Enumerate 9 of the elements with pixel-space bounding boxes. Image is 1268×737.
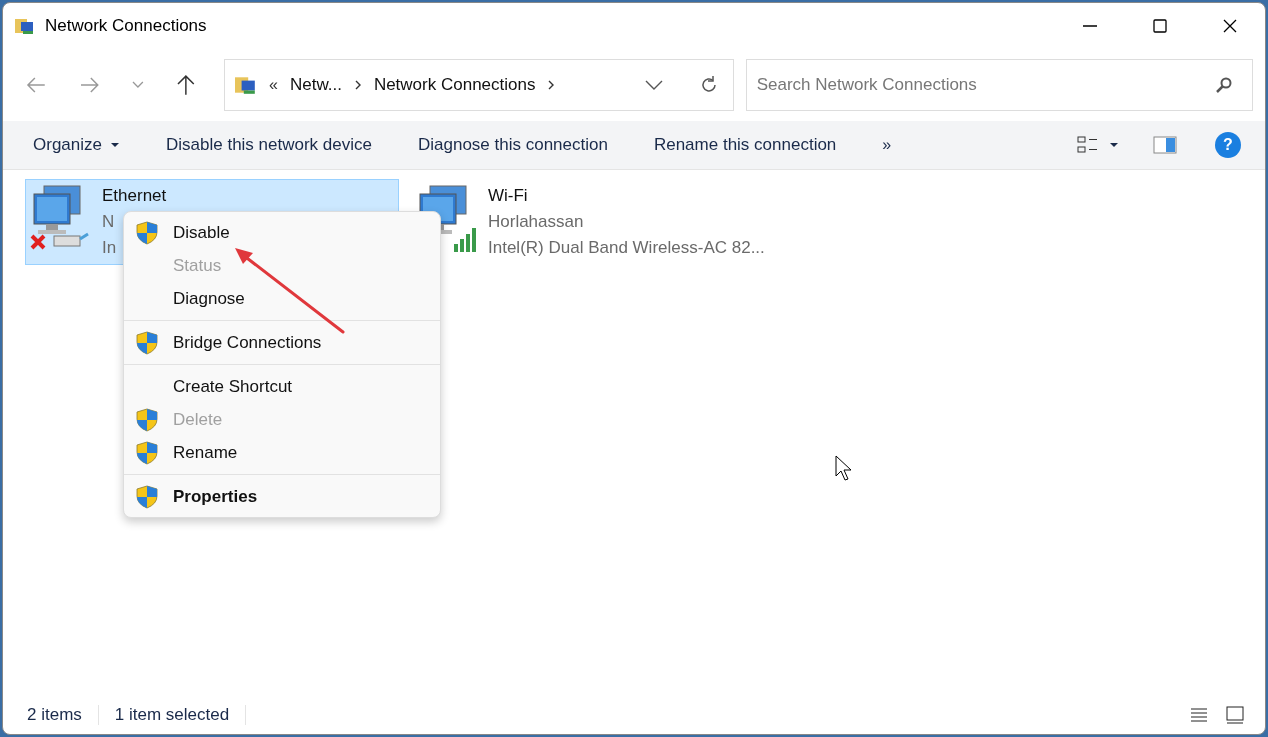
item-count: 2 items xyxy=(27,705,82,725)
connection-name: Wi-Fi xyxy=(488,186,529,206)
connection-detail: In xyxy=(102,238,118,258)
connection-detail: Horlahassan xyxy=(488,212,585,232)
selection-count: 1 item selected xyxy=(114,705,230,725)
connection-detail: N xyxy=(102,212,116,232)
window-title: Network Connections xyxy=(45,16,207,36)
connection-detail: Intel(R) Dual Band Wireless-AC 82... xyxy=(488,238,765,258)
connection-name: Ethernet xyxy=(102,186,167,206)
